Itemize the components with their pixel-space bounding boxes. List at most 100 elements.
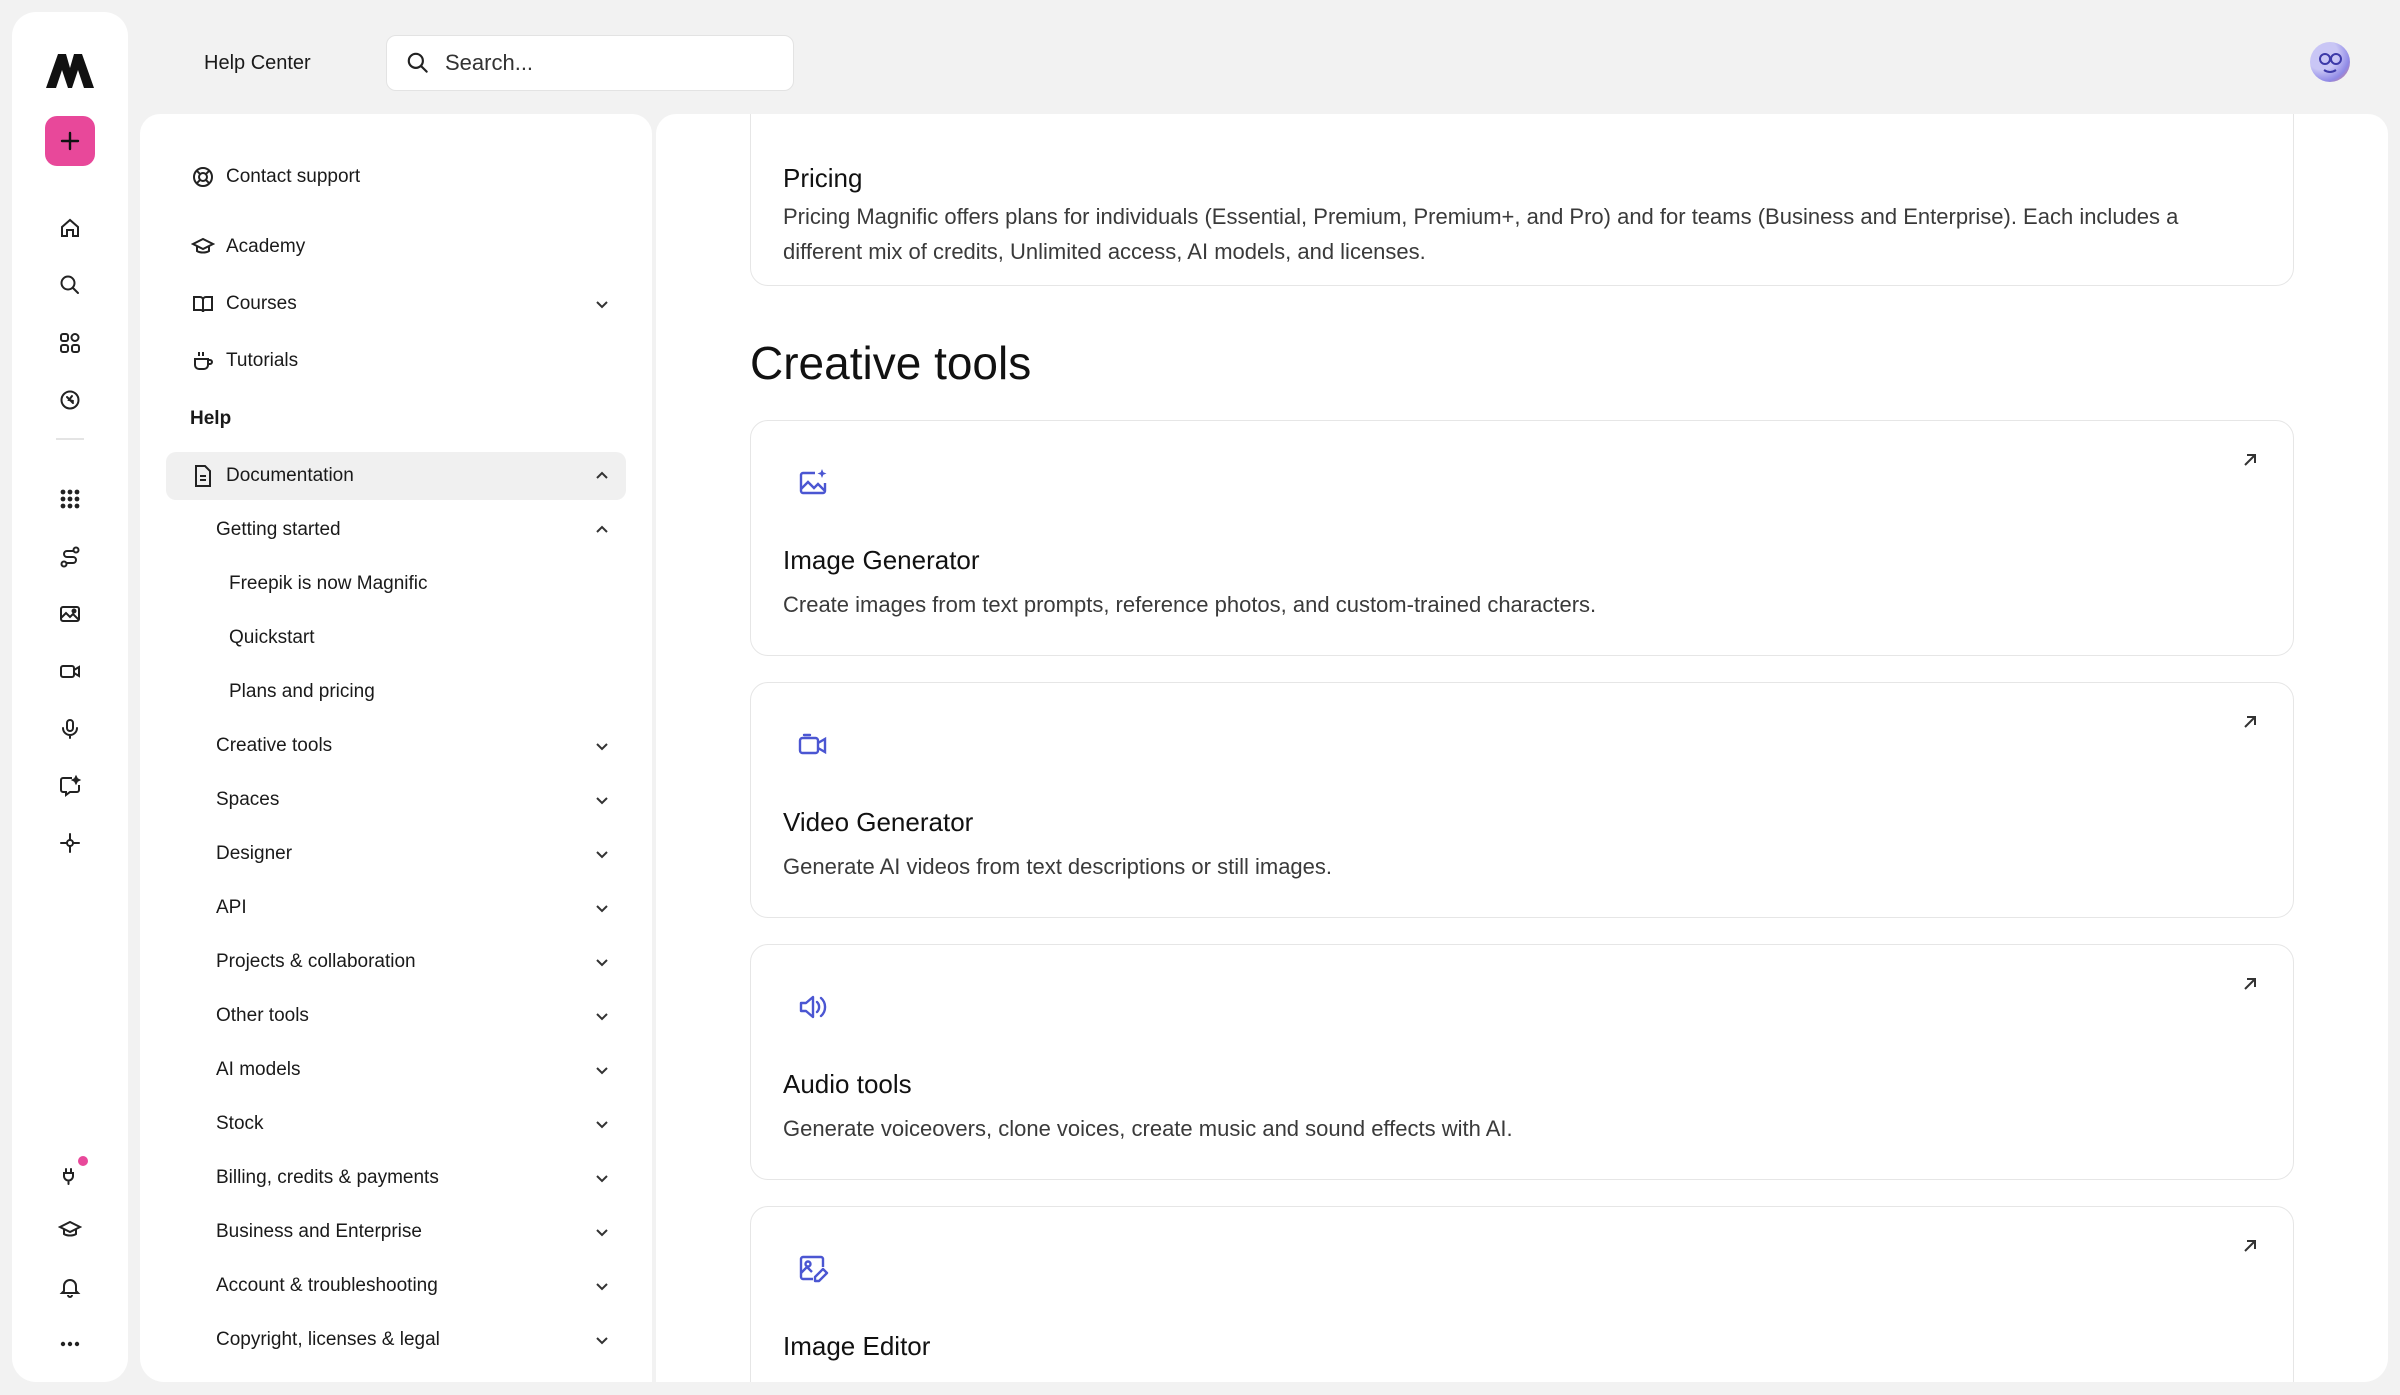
more-icon[interactable]	[50, 1324, 90, 1364]
bell-icon[interactable]	[50, 1267, 90, 1307]
sidebar-item-courses[interactable]: Courses	[166, 280, 626, 328]
sidebar-item-spaces[interactable]: Spaces	[166, 776, 626, 824]
image-editor-card[interactable]: Image Editor	[750, 1206, 2294, 1382]
search-input[interactable]: Search...	[386, 35, 794, 91]
card-description: Generate AI videos from text description…	[783, 854, 1333, 879]
nodes-icon[interactable]	[50, 823, 90, 863]
pricing-card[interactable]: Pricing Pricing Magnific offers plans fo…	[750, 114, 2294, 286]
video-generator-card[interactable]: Video Generator Generate AI videos from …	[750, 682, 2294, 918]
sidebar-item-documentation[interactable]: Documentation	[166, 452, 626, 500]
sidebar-item-tutorials[interactable]: Tutorials	[166, 337, 626, 385]
sidebar-item-freepik-is-now-magnific[interactable]: Freepik is now Magnific	[166, 560, 626, 608]
sidebar-item-label: AI models	[216, 1059, 301, 1080]
graduation-cap-icon	[190, 234, 216, 260]
sidebar-item-ai-models[interactable]: AI models	[166, 1046, 626, 1094]
sidebar-item-business-enterprise[interactable]: Business and Enterprise	[166, 1208, 626, 1256]
sidebar-item-account-troubleshooting[interactable]: Account & troubleshooting	[166, 1262, 626, 1310]
image-icon[interactable]	[50, 594, 90, 634]
search-icon	[405, 50, 431, 76]
top-bar: Help Center Search...	[140, 12, 2388, 114]
chevron-down-icon	[596, 851, 608, 859]
sidebar-item-label: Plans and pricing	[229, 681, 375, 702]
content-panel: Pricing Pricing Magnific offers plans fo…	[656, 114, 2388, 1382]
card-title: Image Editor	[783, 1331, 931, 1361]
chevron-down-icon	[596, 1229, 608, 1237]
card-description: Generate voiceovers, clone voices, creat…	[783, 1116, 1513, 1141]
sidebar-item-label: Freepik is now Magnific	[229, 573, 428, 594]
sidebar-item-label: Designer	[216, 843, 293, 864]
chevron-down-icon	[596, 301, 608, 309]
video-icon[interactable]	[50, 651, 90, 691]
sidebar-item-other-tools[interactable]: Other tools	[166, 992, 626, 1040]
create-button[interactable]	[45, 116, 95, 166]
sidebar-item-label: Quickstart	[229, 627, 315, 648]
audio-tools-card[interactable]: Audio tools Generate voiceovers, clone v…	[750, 944, 2294, 1180]
chevron-up-icon	[596, 525, 608, 533]
workflow-icon[interactable]	[50, 537, 90, 577]
plugin-icon[interactable]	[50, 1156, 90, 1196]
image-edit-icon	[797, 1253, 831, 1287]
pricing-description: Pricing Magnific offers plans for indivi…	[783, 204, 2179, 264]
external-arrow-icon	[2244, 454, 2256, 466]
video-camera-icon	[797, 729, 831, 763]
chevron-down-icon	[596, 905, 608, 913]
sidebar-item-getting-started[interactable]: Getting started	[166, 506, 626, 554]
help-section-label: Help	[190, 408, 232, 429]
sidebar-item-label: API	[216, 897, 247, 918]
sidebar-item-label: Projects & collaboration	[216, 951, 416, 972]
sidebar-item-label: Billing, credits & payments	[216, 1167, 439, 1188]
sidebar: Contact support Academy Courses Tutorial…	[140, 114, 652, 1382]
sidebar-item-copyright-legal[interactable]: Copyright, licenses & legal	[166, 1316, 626, 1364]
chevron-up-icon	[596, 471, 608, 479]
search-icon[interactable]	[50, 265, 90, 305]
sidebar-item-creative-tools[interactable]: Creative tools	[166, 722, 626, 770]
chevron-down-icon	[596, 1067, 608, 1075]
card-title: Video Generator	[783, 807, 974, 837]
chevron-down-icon	[596, 797, 608, 805]
sidebar-item-label: Copyright, licenses & legal	[216, 1329, 440, 1350]
all-tools-icon[interactable]	[50, 479, 90, 519]
academy-icon[interactable]	[50, 1210, 90, 1250]
sidebar-item-label: Documentation	[226, 465, 354, 486]
logo-icon[interactable]	[43, 46, 97, 94]
sidebar-item-label: Getting started	[216, 519, 341, 540]
sidebar-item-contact-support[interactable]: Contact support	[166, 153, 626, 201]
rail-divider	[56, 438, 84, 440]
sidebar-item-designer[interactable]: Designer	[166, 830, 626, 878]
avatar[interactable]	[2310, 42, 2350, 82]
sidebar-item-label: Account & troubleshooting	[216, 1275, 438, 1296]
sidebar-item-quickstart[interactable]: Quickstart	[166, 614, 626, 662]
pricing-title: Pricing	[783, 163, 863, 193]
chevron-down-icon	[596, 1121, 608, 1129]
sidebar-item-label: Stock	[216, 1113, 264, 1134]
notification-dot	[78, 1156, 88, 1166]
sidebar-item-label: Tutorials	[226, 350, 299, 371]
discover-icon[interactable]	[50, 380, 90, 420]
sidebar-item-label: Academy	[226, 236, 306, 257]
external-arrow-icon	[2244, 1240, 2256, 1252]
image-generator-card[interactable]: Image Generator Create images from text …	[750, 420, 2294, 656]
chevron-down-icon	[596, 1283, 608, 1291]
speaker-icon	[797, 991, 831, 1025]
home-icon[interactable]	[50, 208, 90, 248]
sidebar-item-label: Other tools	[216, 1005, 309, 1026]
microphone-icon[interactable]	[50, 709, 90, 749]
image-sparkle-icon	[797, 467, 831, 501]
book-icon	[190, 291, 216, 317]
sidebar-item-plans-and-pricing[interactable]: Plans and pricing	[166, 668, 626, 716]
sidebar-item-label: Courses	[226, 293, 297, 314]
sidebar-item-projects-collaboration[interactable]: Projects & collaboration	[166, 938, 626, 986]
apps-grid-icon[interactable]	[50, 323, 90, 363]
sidebar-item-api[interactable]: API	[166, 884, 626, 932]
main-shell: Help Center Search... Contact support Ac…	[140, 12, 2388, 1382]
search-placeholder: Search...	[445, 50, 534, 75]
sidebar-item-academy[interactable]: Academy	[166, 223, 626, 271]
chevron-down-icon	[596, 1337, 608, 1345]
help-center-title[interactable]: Help Center	[204, 52, 311, 75]
sidebar-item-label: Spaces	[216, 789, 280, 810]
sidebar-item-billing[interactable]: Billing, credits & payments	[166, 1154, 626, 1202]
edit-icon[interactable]	[50, 766, 90, 806]
card-title: Image Generator	[783, 545, 980, 575]
external-arrow-icon	[2244, 716, 2256, 728]
sidebar-item-stock[interactable]: Stock	[166, 1100, 626, 1148]
